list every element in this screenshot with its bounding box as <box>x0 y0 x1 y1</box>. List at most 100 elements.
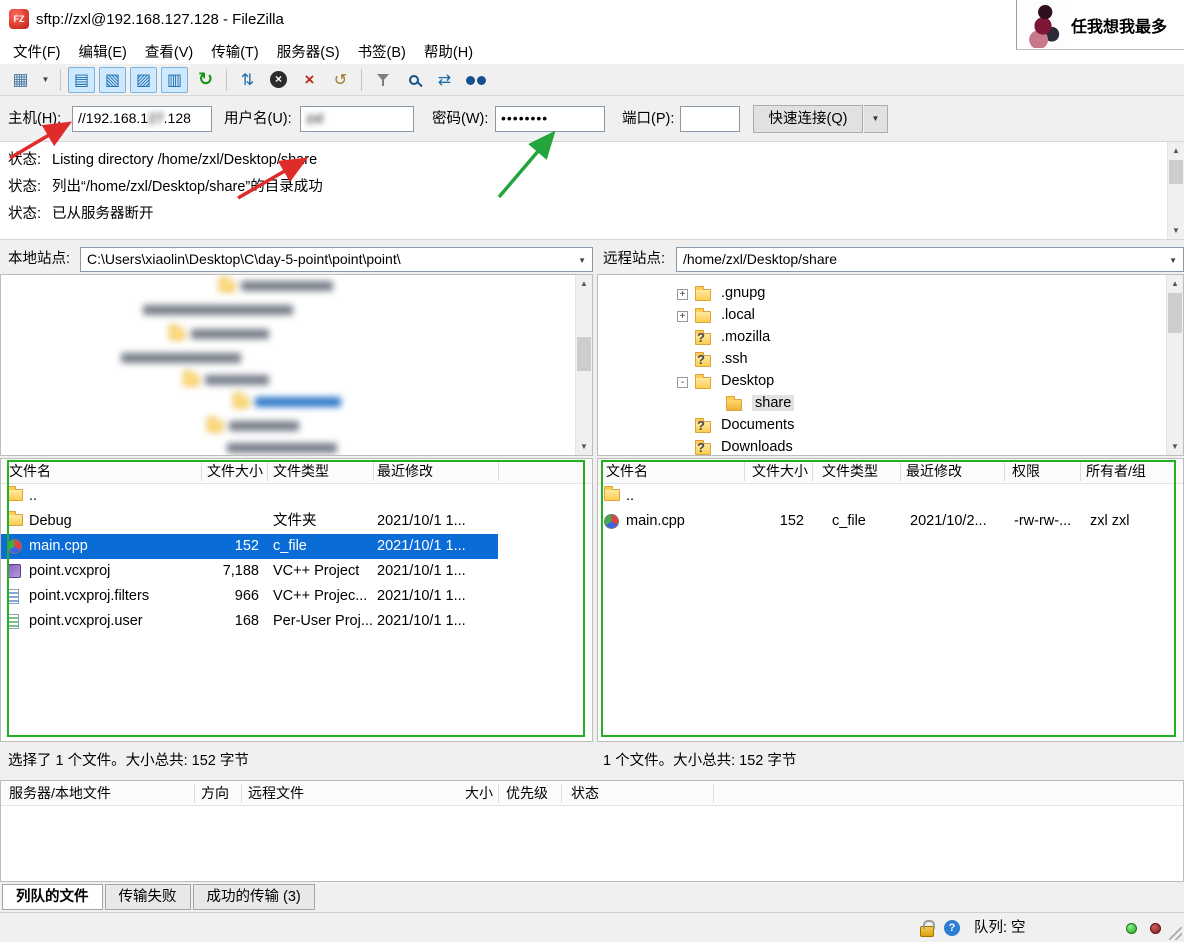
tree-item-documents[interactable]: ? Documents <box>598 417 1183 437</box>
toggle-local-tree-button[interactable]: ▧ <box>99 66 126 93</box>
header-filename[interactable]: 文件名 <box>9 459 51 484</box>
tree-item-mozilla[interactable]: ? .mozilla <box>598 329 1183 349</box>
remote-file-list: 文件名 文件大小 文件类型 最近修改 权限 所有者/组 .. main.cpp … <box>597 458 1184 742</box>
tree-item-desktop[interactable]: - Desktop <box>598 373 1183 393</box>
quickconnect-dropdown[interactable]: ▼ <box>864 105 888 133</box>
header-filetype[interactable]: 文件类型 <box>273 459 329 484</box>
header-filetype[interactable]: 文件类型 <box>822 459 878 484</box>
scrollbar-thumb[interactable] <box>1169 160 1183 184</box>
header-modified[interactable]: 最近修改 <box>377 459 433 484</box>
lock-icon[interactable] <box>920 920 935 937</box>
log-line: 状态: 列出“/home/zxl/Desktop/share”的目录成功 <box>8 179 323 195</box>
toolbar-separator <box>60 68 61 91</box>
header-filename[interactable]: 文件名 <box>606 459 648 484</box>
scroll-up-icon[interactable] <box>1168 142 1184 159</box>
quickconnect-button[interactable]: 快速连接(Q) <box>753 105 863 133</box>
file-row-parent[interactable]: .. <box>1 484 592 509</box>
scroll-up-icon[interactable] <box>576 275 592 292</box>
local-list-status: 选择了 1 个文件。大小总共: 152 字节 <box>8 753 249 769</box>
remote-tree-scrollbar[interactable] <box>1166 275 1183 455</box>
resize-grip[interactable] <box>1169 927 1182 940</box>
toggle-queue-button[interactable]: ▥ <box>161 66 188 93</box>
header-modified[interactable]: 最近修改 <box>906 459 962 484</box>
tree-item-share[interactable]: share <box>598 395 1183 415</box>
filter-button[interactable] <box>369 67 396 93</box>
expander-icon[interactable]: - <box>677 377 688 388</box>
site-manager-button[interactable]: ▦ <box>7 67 34 93</box>
header-remote-file[interactable]: 远程文件 <box>248 781 304 806</box>
tab-successful-transfers[interactable]: 成功的传输 (3) <box>192 884 315 910</box>
header-status[interactable]: 状态 <box>571 781 599 806</box>
menu-view[interactable]: 查看(V) <box>136 37 202 66</box>
expander-icon[interactable]: + <box>677 289 688 300</box>
tab-failed-transfers[interactable]: 传输失败 <box>104 884 191 910</box>
tree-item-downloads[interactable]: ? Downloads <box>598 439 1183 455</box>
header-filesize[interactable]: 文件大小 <box>201 459 263 484</box>
password-input[interactable]: •••••••• <box>495 106 605 132</box>
file-row-main-cpp[interactable]: main.cpp 152 c_file 2021/10/1 1... <box>1 534 498 559</box>
header-size[interactable]: 大小 <box>431 781 493 806</box>
scroll-down-icon[interactable] <box>1167 438 1183 455</box>
local-tree-toggle-icon: ▧ <box>104 71 121 89</box>
tree-item-gnupg[interactable]: + .gnupg <box>598 285 1183 305</box>
header-permissions[interactable]: 权限 <box>1012 459 1040 484</box>
toggle-remote-tree-button[interactable]: ▨ <box>130 66 157 93</box>
process-queue-button[interactable]: ⇅ <box>234 67 261 93</box>
find-icon <box>465 74 486 86</box>
help-icon[interactable] <box>944 920 960 936</box>
scrollbar-thumb[interactable] <box>577 337 591 371</box>
header-owner[interactable]: 所有者/组 <box>1086 459 1146 484</box>
tree-item-ssh[interactable]: ? .ssh <box>598 351 1183 371</box>
host-input[interactable]: //192.168.127.128 <box>72 106 212 132</box>
menu-help[interactable]: 帮助(H) <box>415 37 482 66</box>
directory-comparison-button[interactable] <box>400 67 427 93</box>
scroll-down-icon[interactable] <box>1168 222 1184 239</box>
local-tree-scrollbar[interactable] <box>575 275 592 455</box>
file-row-main-cpp[interactable]: main.cpp 152 c_file 2021/10/2... -rw-rw-… <box>598 509 1183 534</box>
reconnect-icon: ↺ <box>333 71 348 89</box>
header-priority[interactable]: 优先级 <box>506 781 548 806</box>
username-input[interactable]: zxl <box>300 106 414 132</box>
reconnect-button[interactable]: ↺ <box>327 67 354 93</box>
overlapping-window[interactable]: 任我想我最多 <box>1016 0 1184 50</box>
header-filesize[interactable]: 文件大小 <box>748 459 808 484</box>
toggle-message-log-button[interactable]: ▤ <box>68 66 95 93</box>
toolbar-separator <box>226 68 227 91</box>
file-row-parent[interactable]: .. <box>598 484 1183 509</box>
menu-file[interactable]: 文件(F) <box>4 37 70 66</box>
red-indicator-icon <box>1150 923 1161 934</box>
user-file-icon <box>7 614 19 629</box>
header-server-local-file[interactable]: 服务器/本地文件 <box>9 781 111 806</box>
refresh-button[interactable]: ↻ <box>192 67 219 93</box>
unknown-dir-icon: ? <box>697 330 705 345</box>
tab-queued-files[interactable]: 列队的文件 <box>2 884 103 910</box>
local-tree-redacted[interactable] <box>1 275 575 455</box>
scroll-up-icon[interactable] <box>1167 275 1183 292</box>
menu-server[interactable]: 服务器(S) <box>268 37 349 66</box>
expander-icon[interactable]: + <box>677 311 688 322</box>
file-row-debug[interactable]: Debug 文件夹 2021/10/1 1... <box>1 509 592 534</box>
remote-site-combo[interactable]: /home/zxl/Desktop/share <box>676 247 1184 272</box>
file-row-vcxproj[interactable]: point.vcxproj 7,188 VC++ Project 2021/10… <box>1 559 592 584</box>
queue-status-text: 队列: 空 <box>974 920 1026 936</box>
header-direction[interactable]: 方向 <box>201 781 229 806</box>
disconnect-button[interactable]: × <box>296 67 323 93</box>
file-row-vcxproj-filters[interactable]: point.vcxproj.filters 966 VC++ Projec...… <box>1 584 592 609</box>
site-manager-dropdown[interactable]: ▼ <box>38 67 53 93</box>
menu-edit[interactable]: 编辑(E) <box>70 37 136 66</box>
menu-transfer[interactable]: 传输(T) <box>202 37 268 66</box>
tree-item-local[interactable]: + .local <box>598 307 1183 327</box>
scrollbar-thumb[interactable] <box>1168 293 1182 333</box>
transfer-queue: 服务器/本地文件 方向 远程文件 大小 优先级 状态 <box>0 780 1184 882</box>
synchronized-browsing-button[interactable]: ⇄ <box>431 67 458 93</box>
scroll-down-icon[interactable] <box>576 438 592 455</box>
menu-bookmarks[interactable]: 书签(B) <box>349 37 415 66</box>
titlebar: FZ sftp://zxl@192.168.127.128 - FileZill… <box>0 0 1184 38</box>
local-site-combo[interactable]: C:\Users\xiaolin\Desktop\C\day-5-point\p… <box>80 247 593 272</box>
port-input[interactable] <box>680 106 740 132</box>
find-files-button[interactable] <box>462 67 489 93</box>
log-scrollbar[interactable] <box>1167 142 1184 239</box>
cancel-button[interactable]: × <box>265 67 292 93</box>
filezilla-window: FZ sftp://zxl@192.168.127.128 - FileZill… <box>0 0 1184 942</box>
file-row-vcxproj-user[interactable]: point.vcxproj.user 168 Per-User Proj... … <box>1 609 592 634</box>
